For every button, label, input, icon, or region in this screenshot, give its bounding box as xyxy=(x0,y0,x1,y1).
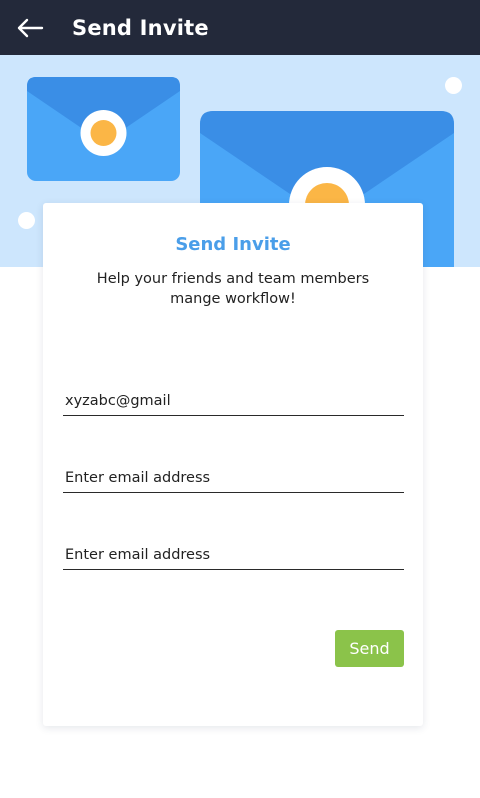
back-button[interactable] xyxy=(10,8,50,48)
arrow-left-icon xyxy=(17,18,44,38)
app-bar: Send Invite xyxy=(0,0,480,55)
card-subtitle: Help your friends and team members mange… xyxy=(96,271,370,307)
card-title: Send Invite xyxy=(175,234,291,255)
page-title: Send Invite xyxy=(72,16,209,40)
email-field-2[interactable] xyxy=(63,463,404,493)
email-field-3[interactable] xyxy=(63,540,404,570)
send-button[interactable]: Send xyxy=(335,630,404,667)
decor-dot xyxy=(18,212,35,229)
envelope-icon xyxy=(27,77,180,181)
invite-card: Send Invite Help your friends and team m… xyxy=(43,203,423,726)
decor-dot xyxy=(445,77,462,94)
email-field-1[interactable] xyxy=(63,386,404,416)
